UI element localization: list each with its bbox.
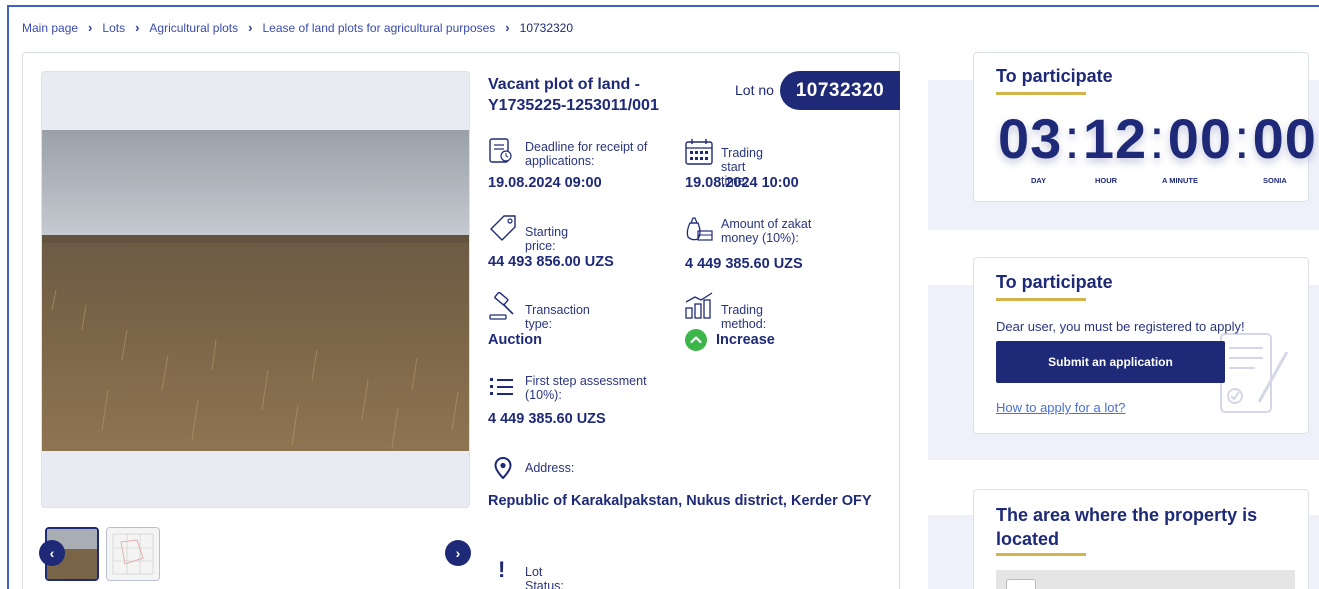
apply-title-underline bbox=[996, 298, 1086, 301]
lot-title: Vacant plot of land - Y1735225-1253011/0… bbox=[488, 76, 659, 114]
chevron-right-icon: › bbox=[455, 545, 461, 561]
address-value: Republic of Karakalpakstan, Nukus distri… bbox=[488, 493, 872, 509]
breadcrumb-main-page[interactable]: Main page bbox=[22, 21, 78, 35]
auction-gavel-icon bbox=[489, 292, 514, 320]
prev-image-button[interactable]: ‹ bbox=[39, 540, 65, 566]
breadcrumb-current: 10732320 bbox=[519, 20, 574, 35]
deadline-label: Deadline for receipt of applications: bbox=[525, 140, 648, 168]
countdown-title-underline bbox=[996, 92, 1086, 95]
growth-chart-icon bbox=[685, 292, 713, 319]
zakat-label: Amount of zakat money (10%): bbox=[721, 217, 812, 245]
how-to-apply-link[interactable]: How to apply for a lot? bbox=[996, 400, 1125, 415]
trading-method-label: Trading method: bbox=[721, 303, 767, 331]
deadline-value: 19.08.2024 09:00 bbox=[488, 175, 602, 191]
location-pin-icon bbox=[494, 457, 512, 479]
countdown-timer: 03:12:00:00 bbox=[998, 107, 1317, 170]
chevron-right-icon: › bbox=[135, 20, 140, 35]
transaction-type-label: Transaction type: bbox=[525, 303, 590, 331]
timer-day-label: DAY bbox=[1031, 176, 1047, 185]
calendar-icon bbox=[685, 139, 713, 165]
countdown-title: To participate bbox=[996, 66, 1113, 86]
lot-photo bbox=[42, 130, 469, 451]
transaction-type-value: Auction bbox=[488, 332, 542, 348]
timer-days: 03 bbox=[998, 107, 1063, 170]
lot-no-badge: 10732320 bbox=[780, 71, 900, 110]
price-tag-icon bbox=[490, 215, 516, 241]
numbered-list-icon bbox=[490, 378, 513, 395]
chevron-left-icon: ‹ bbox=[49, 545, 55, 561]
money-bag-icon bbox=[686, 217, 713, 241]
property-map[interactable] bbox=[996, 570, 1295, 589]
breadcrumb-lease[interactable]: Lease of land plots for agricultural pur… bbox=[262, 21, 495, 35]
next-image-button[interactable]: › bbox=[445, 540, 471, 566]
thumbnail-map[interactable] bbox=[106, 527, 160, 581]
timer-minute-label: A MINUTE bbox=[1162, 176, 1198, 185]
trading-start-value: 19.08.2024 10:00 bbox=[685, 175, 799, 191]
starting-price-value: 44 493 856.00 UZS bbox=[488, 254, 614, 270]
timer-second-label: SONIA bbox=[1263, 176, 1287, 185]
timer-seconds: 00 bbox=[1252, 107, 1317, 170]
timer-hours: 12 bbox=[1082, 107, 1148, 170]
map-control-button[interactable] bbox=[1006, 579, 1036, 589]
lot-no-label: Lot no bbox=[735, 82, 774, 98]
breadcrumb-agricultural-plots[interactable]: Agricultural plots bbox=[149, 21, 238, 35]
application-form-icon bbox=[489, 138, 512, 163]
starting-price-label: Starting price: bbox=[525, 225, 569, 253]
timer-minutes: 00 bbox=[1167, 107, 1233, 170]
zakat-value: 4 449 385.60 UZS bbox=[685, 256, 803, 272]
breadcrumb-lots[interactable]: Lots bbox=[102, 21, 125, 35]
submit-application-button[interactable]: Submit an application bbox=[996, 341, 1225, 383]
photo-gallery[interactable] bbox=[41, 71, 470, 508]
chevron-right-icon: › bbox=[88, 20, 93, 35]
trading-method-value: Increase bbox=[716, 332, 775, 348]
exclamation-icon: ! bbox=[498, 557, 506, 582]
lot-status-label: Lot Status: bbox=[525, 565, 564, 589]
area-title: The area where the property is located bbox=[996, 505, 1258, 549]
increase-arrow-icon bbox=[685, 329, 707, 351]
breadcrumb: Main page › Lots › Agricultural plots › … bbox=[22, 20, 573, 35]
first-step-value: 4 449 385.60 UZS bbox=[488, 411, 606, 427]
first-step-label: First step assessment (10%): bbox=[525, 374, 647, 402]
area-title-underline bbox=[996, 553, 1086, 556]
registration-message: Dear user, you must be registered to app… bbox=[996, 319, 1245, 334]
timer-hour-label: HOUR bbox=[1095, 176, 1118, 185]
application-document-icon bbox=[1220, 333, 1289, 413]
chevron-right-icon: › bbox=[505, 20, 510, 35]
chevron-right-icon: › bbox=[248, 20, 253, 35]
address-label: Address: bbox=[525, 461, 575, 475]
apply-title: To participate bbox=[996, 272, 1113, 292]
